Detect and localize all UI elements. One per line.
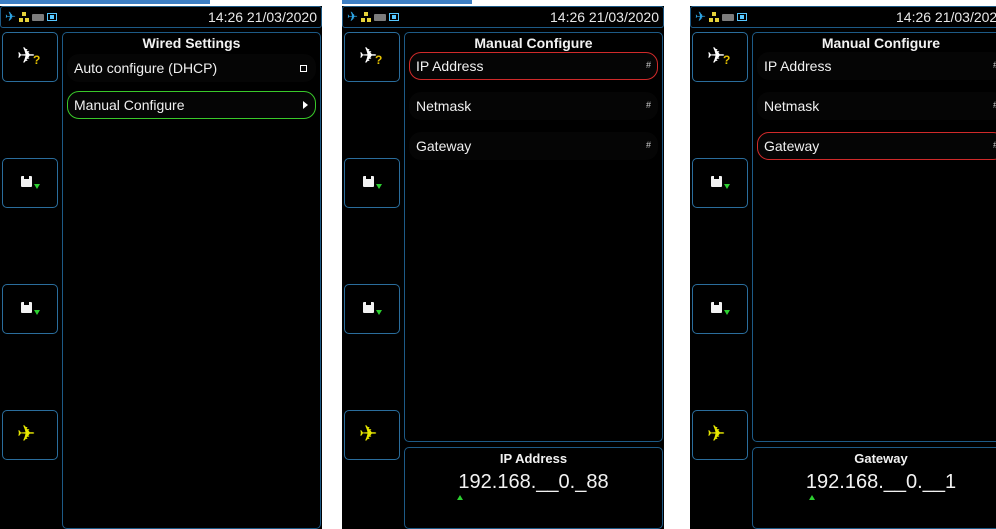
menu-item-label: Gateway [764,138,820,154]
menu-panel: Wired Settings Auto configure (DHCP) Man… [62,32,321,529]
network-icon [360,12,371,22]
menu-panel: Manual Configure IP Address # Netmask # … [404,32,663,442]
save-icon [711,302,722,313]
status-icons: ✈ [5,10,57,24]
device-screen-manual-configure-gateway: ✈ 14:26 21/03/2020 ✈ ? ✈ Manual Configur… [690,6,996,529]
battery-icon [31,13,44,21]
save-icon [21,176,32,187]
side-button-3[interactable] [2,284,58,334]
monitor-icon [46,13,57,21]
airplane-icon: ✈ [695,9,706,24]
menu-item-label: Netmask [416,98,472,114]
save-icon [21,302,32,313]
save-icon [363,176,374,187]
down-arrow-icon [34,184,40,189]
status-bar: ✈ 14:26 21/03/2020 [690,6,996,28]
save-icon [711,176,722,187]
side-button-2[interactable] [344,158,400,208]
page-title: Manual Configure [821,35,941,51]
menu-item-label: Manual Configure [74,97,185,113]
status-icons: ✈ [695,10,747,24]
editor-title: IP Address [499,451,568,466]
edit-indicator-icon: # [645,60,651,70]
down-arrow-icon [724,184,730,189]
cursor-caret-icon [457,495,463,500]
value-editor[interactable]: IP Address 192.168.__0._88 [404,447,663,529]
status-bar: ✈ 14:26 21/03/2020 [0,6,322,28]
device-screen-wired-settings: ✈ 14:26 21/03/2020 ✈ ? ✈ Wired Settings … [0,6,322,529]
page-title: Manual Configure [474,35,593,51]
menu-item-ip-address[interactable]: IP Address # [409,52,658,80]
checkbox-icon[interactable] [300,65,307,72]
editor-title: Gateway [854,451,908,466]
menu-item-label: Auto configure (DHCP) [74,60,218,76]
menu-item-auto-configure[interactable]: Auto configure (DHCP) [67,54,316,82]
monitor-icon [388,13,399,21]
gateway-value-field[interactable]: 192.168.__0.__1 [753,471,996,494]
down-arrow-icon [724,310,730,315]
airplane-icon: ✈ [347,9,358,24]
edit-indicator-icon: # [645,140,651,150]
value-editor[interactable]: Gateway 192.168.__0.__1 [752,447,996,529]
save-icon [363,302,374,313]
down-arrow-icon [376,184,382,189]
chevron-right-icon [303,101,308,109]
side-button-1[interactable]: ✈ ? [2,32,58,82]
side-button-3[interactable] [692,284,748,334]
side-button-3[interactable] [344,284,400,334]
question-icon: ? [375,53,383,67]
clock-text: 14:26 21/03/2020 [550,9,659,25]
status-bar: ✈ 14:26 21/03/2020 [342,6,664,28]
side-button-4[interactable]: ✈ [2,410,58,460]
airplane-icon: ✈ [707,421,726,446]
question-icon: ? [723,53,731,67]
ip-value-field[interactable]: 192.168.__0._88 [405,471,662,494]
menu-item-label: Netmask [764,98,820,114]
edit-indicator-icon: # [645,100,651,110]
monitor-icon [736,13,747,21]
down-arrow-icon [376,310,382,315]
status-icons: ✈ [347,10,399,24]
clock-text: 14:26 21/03/2020 [208,9,317,25]
side-button-4[interactable]: ✈ [692,410,748,460]
heading-fragment [0,0,210,4]
airplane-icon: ✈ [359,421,378,446]
menu-item-netmask[interactable]: Netmask # [757,92,996,120]
airplane-icon: ✈ [5,9,16,24]
side-button-4[interactable]: ✈ [344,410,400,460]
clock-text: 14:26 21/03/2020 [896,9,996,25]
menu-item-netmask[interactable]: Netmask # [409,92,658,120]
page-title: Wired Settings [142,35,241,51]
airplane-icon: ✈ [17,421,36,446]
cursor-caret-icon [809,495,815,500]
menu-item-gateway[interactable]: Gateway # [757,132,996,160]
side-button-2[interactable] [2,158,58,208]
menu-item-label: Gateway [416,138,472,154]
menu-item-label: IP Address [416,58,484,74]
question-icon: ? [33,53,41,67]
network-icon [708,12,719,22]
heading-fragment [342,0,472,4]
menu-panel: Manual Configure IP Address # Netmask # … [752,32,996,442]
menu-item-gateway[interactable]: Gateway # [409,132,658,160]
side-button-1[interactable]: ✈ ? [692,32,748,82]
side-button-2[interactable] [692,158,748,208]
menu-item-manual-configure[interactable]: Manual Configure [67,91,316,119]
menu-item-label: IP Address [764,58,832,74]
down-arrow-icon [34,310,40,315]
device-screen-manual-configure-ip: ✈ 14:26 21/03/2020 ✈ ? ✈ Manual Configur… [342,6,664,529]
network-icon [18,12,29,22]
battery-icon [721,13,734,21]
battery-icon [373,13,386,21]
menu-item-ip-address[interactable]: IP Address # [757,52,996,80]
side-button-1[interactable]: ✈ ? [344,32,400,82]
